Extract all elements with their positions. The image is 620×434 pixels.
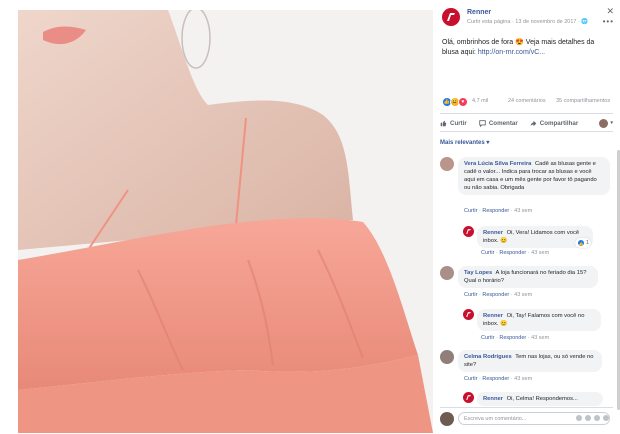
avatar bbox=[440, 412, 454, 426]
reply-item: Renner Oi, Vera! Lidamos com você inbox.… bbox=[463, 226, 613, 260]
avatar[interactable] bbox=[440, 350, 454, 364]
comment-item: Tay Lopes A loja funcionará no feriado d… bbox=[440, 266, 610, 302]
camera-icon[interactable] bbox=[585, 415, 591, 421]
reaction-icons[interactable]: 👍 😆 ♥ bbox=[442, 97, 468, 107]
comment-composer: Escreva um comentário... bbox=[440, 411, 613, 427]
close-icon[interactable]: ✕ bbox=[606, 6, 614, 17]
post-actions: Curtir Comentar Compartilhar ▾ bbox=[440, 116, 613, 130]
post-caption: Olá, ombrinhos de fora 😍 Veja mais detal… bbox=[442, 38, 610, 58]
comment-time[interactable]: 43 sem bbox=[514, 376, 532, 382]
renner-logo[interactable] bbox=[442, 8, 460, 26]
comment-bubble: Tay Lopes A loja funcionará no feriado d… bbox=[458, 266, 598, 288]
comment-reply-link[interactable]: Responder bbox=[499, 335, 526, 341]
post-header: Renner Curtir esta página · 13 de novemb… bbox=[440, 6, 616, 30]
divider bbox=[440, 131, 613, 132]
comment-actions: Curtir · Responder · 43 sem bbox=[464, 376, 533, 382]
divider bbox=[440, 113, 613, 114]
comment-actions: Curtir · Responder · 43 sem bbox=[481, 335, 550, 341]
comment-icon bbox=[479, 119, 486, 127]
comment-author[interactable]: Vera Lúcia Silva Ferreira bbox=[464, 161, 531, 167]
comment-bubble: Vera Lúcia Silva Ferreira Cadê as blusas… bbox=[458, 157, 610, 195]
comment-sort-dropdown[interactable]: Mais relevantes ▾ bbox=[440, 139, 489, 146]
photo-illustration bbox=[18, 10, 433, 433]
thumbs-up-icon bbox=[440, 120, 447, 126]
avatar[interactable] bbox=[440, 266, 454, 280]
comment-label: Comentar bbox=[488, 119, 518, 127]
comment-reply-link[interactable]: Responder bbox=[482, 208, 509, 214]
more-options-icon[interactable]: ••• bbox=[603, 17, 614, 26]
comment-bubble: Renner Oi, Tay! Falamos com você no inbo… bbox=[477, 309, 601, 331]
comment-author[interactable]: Renner bbox=[483, 230, 503, 236]
renner-avatar[interactable] bbox=[463, 309, 474, 320]
reply-item: Renner Oi, Celma! Respondemos... bbox=[463, 392, 613, 406]
love-reaction-icon: ♥ bbox=[458, 97, 468, 107]
emoji-icon[interactable] bbox=[576, 415, 582, 421]
reactions-bar: 👍 😆 ♥ 4,7 mil 24 comentários 35 comparti… bbox=[442, 96, 614, 108]
page-name-link[interactable]: Renner bbox=[467, 9, 491, 16]
react-as-selector[interactable]: ▾ bbox=[599, 118, 613, 128]
comment-actions: Curtir · Responder · 43 sem bbox=[464, 292, 533, 298]
gif-icon[interactable] bbox=[594, 415, 600, 421]
avatar[interactable] bbox=[440, 157, 454, 171]
comment-like-link[interactable]: Curtir bbox=[464, 376, 477, 382]
comment-author[interactable]: Tay Lopes bbox=[464, 270, 492, 276]
avatar bbox=[599, 118, 609, 128]
comment-time[interactable]: 43 sem bbox=[531, 250, 549, 256]
share-label: Compartilhar bbox=[539, 119, 579, 127]
divider bbox=[440, 407, 613, 408]
comment-reaction-count: 1 bbox=[586, 240, 590, 246]
comment-item: Vera Lúcia Silva Ferreira Cadê as blusas… bbox=[440, 157, 610, 217]
comment-count[interactable]: 24 comentários bbox=[508, 98, 546, 104]
like-button[interactable]: Curtir bbox=[440, 120, 467, 127]
reaction-count[interactable]: 4,7 mil bbox=[472, 98, 488, 104]
composer-icons bbox=[573, 415, 609, 421]
comment-like-link[interactable]: Curtir bbox=[481, 250, 494, 256]
share-icon bbox=[530, 120, 537, 126]
comment-time[interactable]: 43 sem bbox=[514, 208, 532, 214]
like-label: Curtir bbox=[450, 119, 467, 127]
post-side-panel: Renner Curtir esta página · 13 de novemb… bbox=[435, 0, 620, 434]
comment-bubble: Celma Rodrigues Tem nas lojas, ou só ven… bbox=[458, 350, 602, 372]
comment-reply-link[interactable]: Responder bbox=[482, 376, 509, 382]
comment-like-link[interactable]: Curtir bbox=[464, 208, 477, 214]
comment-actions: Curtir · Responder · 43 sem bbox=[481, 250, 550, 256]
comment-author[interactable]: Renner bbox=[483, 396, 503, 402]
sticker-icon[interactable] bbox=[603, 415, 609, 421]
share-button[interactable]: Compartilhar bbox=[530, 119, 579, 127]
comment-time[interactable]: 43 sem bbox=[531, 335, 549, 341]
comment-bubble: Renner Oi, Celma! Respondemos... bbox=[477, 392, 603, 406]
like-reaction-icon: 👍 bbox=[577, 239, 585, 247]
comment-item: Celma Rodrigues Tem nas lojas, ou só ven… bbox=[440, 350, 610, 386]
comment-reply-link[interactable]: Responder bbox=[482, 292, 509, 298]
comment-reply-link[interactable]: Responder bbox=[499, 250, 526, 256]
post-meta: Curtir esta página · 13 de novembro de 2… bbox=[467, 19, 589, 25]
comment-button[interactable]: Comentar bbox=[479, 120, 518, 127]
post-link[interactable]: http://on-rnr.com/vC... bbox=[478, 49, 545, 56]
share-count[interactable]: 35 compartilhamentos bbox=[556, 98, 610, 104]
renner-avatar[interactable] bbox=[463, 226, 474, 237]
comment-like-link[interactable]: Curtir bbox=[464, 292, 477, 298]
comment-reactions[interactable]: 👍 1 bbox=[575, 238, 592, 248]
chevron-down-icon: ▾ bbox=[610, 120, 613, 126]
comment-actions: Curtir · Responder · 43 sem bbox=[464, 208, 533, 214]
reply-item: Renner Oi, Tay! Falamos com você no inbo… bbox=[463, 309, 613, 343]
comment-author[interactable]: Renner bbox=[483, 313, 503, 319]
comment-text: Oi, Celma! Respondemos... bbox=[506, 396, 578, 402]
comment-time[interactable]: 43 sem bbox=[514, 292, 532, 298]
renner-avatar[interactable] bbox=[463, 392, 474, 403]
post-photo[interactable] bbox=[18, 10, 433, 433]
comment-author[interactable]: Celma Rodrigues bbox=[464, 354, 512, 360]
comment-like-link[interactable]: Curtir bbox=[481, 335, 494, 341]
